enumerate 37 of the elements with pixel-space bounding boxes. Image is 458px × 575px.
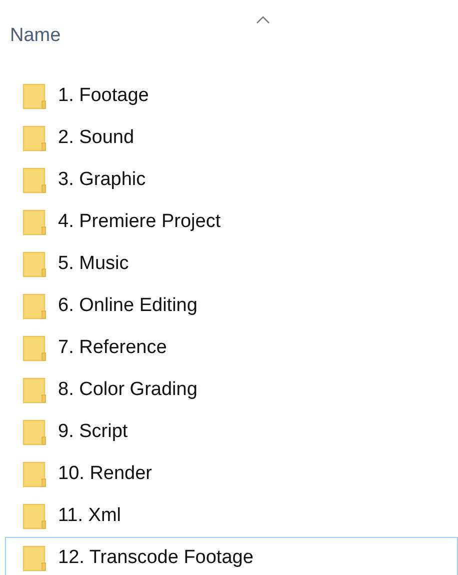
folder-icon	[22, 208, 47, 236]
folder-row[interactable]: 10. Render	[5, 453, 458, 495]
folder-name: 1. Footage	[58, 85, 149, 107]
folder-name: 10. Render	[58, 463, 152, 485]
folder-icon	[22, 124, 47, 152]
folder-icon	[22, 250, 47, 278]
folder-row[interactable]: 8. Color Grading	[5, 369, 458, 411]
folder-row[interactable]: 12. Transcode Footage	[5, 537, 458, 575]
folder-row[interactable]: 2. Sound	[5, 117, 458, 159]
folder-name: 3. Graphic	[58, 169, 146, 191]
folder-row[interactable]: 7. Reference	[5, 327, 458, 369]
folder-name: 12. Transcode Footage	[58, 547, 254, 569]
folder-row[interactable]: 5. Music	[5, 243, 458, 285]
folder-icon	[22, 334, 47, 362]
folder-icon	[22, 418, 47, 446]
folder-icon	[22, 82, 47, 110]
folder-icon	[22, 166, 47, 194]
folder-name: 7. Reference	[58, 337, 167, 359]
folder-name: 5. Music	[58, 253, 129, 275]
folder-icon	[22, 376, 47, 404]
folder-name: 9. Script	[58, 421, 128, 443]
folder-name: 2. Sound	[58, 127, 134, 149]
folder-row[interactable]: 6. Online Editing	[5, 285, 458, 327]
folder-name: 8. Color Grading	[58, 379, 198, 401]
folder-name: 11. Xml	[58, 505, 122, 527]
name-column-header[interactable]: Name	[10, 25, 61, 47]
folder-row[interactable]: 3. Graphic	[5, 159, 458, 201]
folder-row[interactable]: 1. Footage	[5, 75, 458, 117]
folder-icon	[22, 544, 47, 572]
folder-icon	[22, 502, 47, 530]
folder-name: 4. Premiere Project	[58, 211, 221, 233]
folder-icon	[22, 460, 47, 488]
folder-row[interactable]: 4. Premiere Project	[5, 201, 458, 243]
folder-row[interactable]: 11. Xml	[5, 495, 458, 537]
folder-icon	[22, 292, 47, 320]
folder-name: 6. Online Editing	[58, 295, 198, 317]
folder-row[interactable]: 9. Script	[5, 411, 458, 453]
